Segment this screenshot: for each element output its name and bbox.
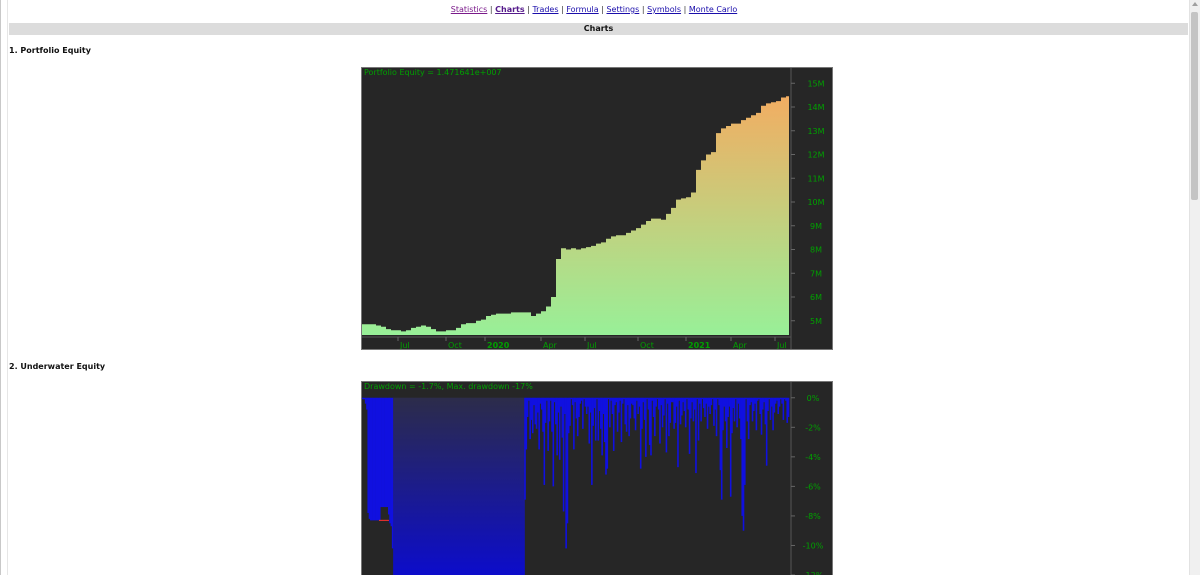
drawdown-bar — [767, 397, 769, 412]
underwater-chart-title: Drawdown = -1.7%, Max. drawdown -17% — [364, 382, 533, 391]
heading-portfolio-equity: 1. Portfolio Equity — [9, 46, 91, 55]
drawdown-bar — [573, 397, 575, 450]
nav-separator: | — [489, 5, 493, 14]
equity-y-tick-label: 9M — [810, 222, 822, 231]
drawdown-bar — [641, 397, 643, 429]
equity-x-tick-label: 2020 — [487, 341, 510, 350]
nav-link-settings[interactable]: Settings — [606, 5, 639, 14]
nav-link-formula[interactable]: Formula — [566, 5, 598, 14]
equity-y-tick-label: 6M — [810, 293, 822, 302]
drawdown-bar — [558, 397, 561, 460]
drawdown-bar — [569, 397, 571, 426]
section-title-bar: Charts — [9, 23, 1188, 35]
drawdown-bar — [634, 397, 637, 431]
nav-link-monte-carlo[interactable]: Monte Carlo — [689, 5, 737, 14]
equity-y-tick-label: 13M — [807, 127, 824, 136]
equity-x-tick-label: Oct — [448, 341, 462, 350]
equity-x-tick-label: Apr — [733, 341, 748, 350]
equity-x-tick-label: Apr — [543, 341, 558, 350]
heading-underwater-equity: 2. Underwater Equity — [9, 362, 106, 371]
nav-separator: | — [527, 5, 530, 14]
equity-y-tick-label: 10M — [807, 198, 824, 207]
drawdown-bar — [645, 397, 647, 457]
nav-separator: | — [561, 5, 564, 14]
equity-y-tick-label: 7M — [810, 269, 822, 278]
drawdown-bar — [684, 397, 687, 428]
equity-x-tick-label: 2021 — [688, 341, 711, 350]
equity-x-tick-label: Jul — [776, 341, 787, 350]
equity-y-tick-label: 11M — [807, 174, 824, 183]
drawdown-bar — [782, 397, 785, 420]
drawdown-bar — [733, 397, 736, 422]
drawdown-bar — [663, 397, 665, 416]
drawdown-bar — [609, 397, 611, 428]
drawdown-bar — [582, 397, 584, 429]
drawdown-bar — [695, 397, 697, 474]
drawdown-bar — [744, 397, 746, 485]
drawdown-bar — [755, 397, 758, 431]
drawdown-bar — [677, 397, 679, 468]
underwater-y-tick-label: -2% — [805, 423, 821, 432]
nav-separator: | — [601, 5, 604, 14]
underwater-y-tick-label: -6% — [805, 482, 821, 491]
scrollbar-thumb[interactable] — [1191, 12, 1198, 200]
drawdown-bar — [787, 397, 790, 417]
drawdown-bar — [538, 397, 540, 450]
equity-y-tick-label: 15M — [807, 79, 824, 88]
drawdown-bar — [544, 397, 547, 423]
nav-link-statistics[interactable]: Statistics — [451, 5, 488, 14]
content-left-border — [7, 0, 8, 575]
drawdown-bar — [606, 397, 609, 469]
nav-separator: | — [641, 5, 645, 14]
underwater-chart-svg: 0% -2% -4% -6% -8% -10% -12% Drawdown = -1.7%,… — [361, 381, 833, 575]
equity-y-tick-label: 14M — [807, 103, 824, 112]
drawdown-bar — [665, 397, 668, 453]
portfolio-equity-chart: 5M 6M 7M 8M 9M 10M 11M 12M 13M 14M 15M Jul Oct 2020 A… — [361, 67, 833, 350]
drawdown-bar — [548, 397, 551, 422]
underwater-y-tick-label: -10% — [803, 541, 824, 550]
drawdown-bar — [715, 397, 718, 437]
nav-link-symbols[interactable]: Symbols — [647, 5, 681, 14]
drawdown-bar — [620, 397, 623, 443]
window-left-border — [0, 0, 1, 575]
equity-chart-svg: 5M 6M 7M 8M 9M 10M 11M 12M 13M 14M 15M Jul Oct 2020 A… — [361, 67, 833, 350]
equity-chart-title: Portfolio Equity = 1.471641e+007 — [364, 68, 502, 77]
equity-x-tick-label: Oct — [640, 341, 654, 350]
drawdown-bar — [552, 397, 555, 487]
vertical-scrollbar[interactable] — [1189, 0, 1200, 575]
equity-y-tick-label: 12M — [807, 151, 824, 160]
drawdown-bar — [697, 397, 700, 441]
underwater-y-tick-label: -8% — [805, 512, 821, 521]
drawdown-bar — [562, 397, 565, 512]
underwater-y-tick-label: -12% — [803, 571, 824, 575]
nav-separator: | — [683, 5, 687, 14]
underwater-y-tick-label: -4% — [805, 453, 821, 462]
equity-x-tick-label: Jul — [586, 341, 597, 350]
drawdown-bar — [612, 397, 615, 451]
scroll-up-arrow-icon[interactable] — [1192, 2, 1198, 6]
underwater-y-tick-label: 0% — [807, 394, 820, 403]
drawdown-bar — [700, 397, 702, 422]
underwater-equity-chart: 0% -2% -4% -6% -8% -10% -12% Drawdown = -1.7%,… — [361, 381, 833, 575]
nav-link-trades[interactable]: Trades — [532, 5, 558, 14]
drawdown-bar — [650, 397, 652, 456]
equity-x-tick-label: Jul — [399, 341, 410, 350]
nav-link-charts[interactable]: Charts — [495, 5, 525, 14]
equity-y-tick-label: 8M — [810, 246, 822, 255]
equity-y-tick-label: 5M — [810, 317, 822, 326]
drawdown-bar — [594, 397, 597, 441]
report-nav: Statistics | Charts | Trades | Formula |… — [0, 5, 1188, 14]
